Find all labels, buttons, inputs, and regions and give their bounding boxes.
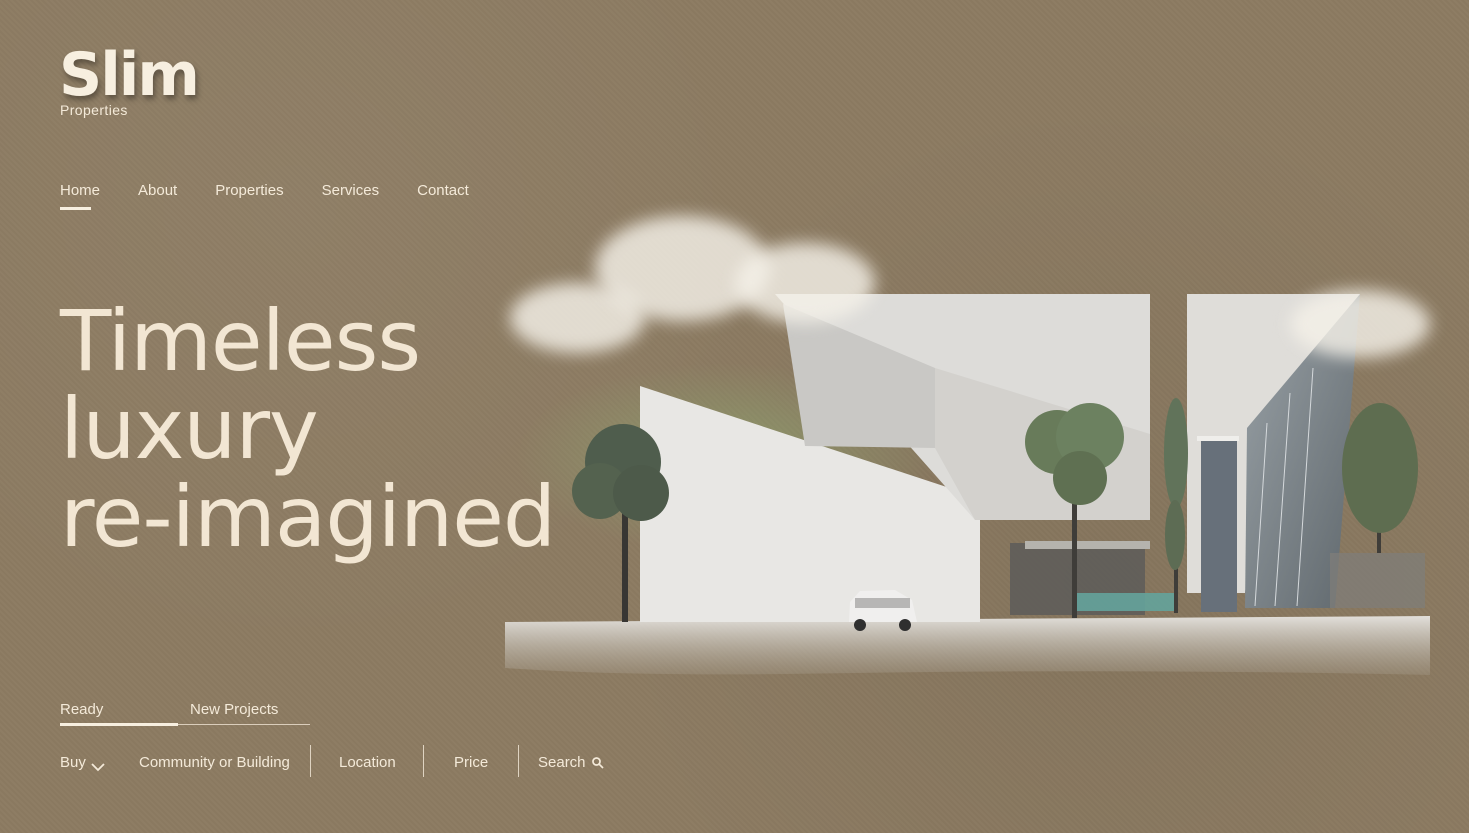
hero-title-line-1: Timeless [60, 292, 421, 390]
search-icon[interactable] [591, 756, 605, 770]
property-search-bar: Buy Community or Building Location Price… [60, 745, 620, 778]
brand-name: Slim [59, 40, 200, 110]
patio-beam [1025, 541, 1150, 549]
listing-filter-tabs: Ready New Projects [60, 701, 310, 727]
active-tab-indicator [60, 723, 178, 726]
chevron-down-icon [91, 763, 105, 772]
nav-contact[interactable]: Contact [417, 182, 469, 199]
price-field[interactable]: Price [454, 754, 488, 771]
hero-title: Timeless luxury re-imagined [60, 297, 620, 561]
ground-plane [505, 616, 1430, 675]
buy-label: Buy [60, 754, 86, 771]
entry-lintel [1197, 436, 1239, 441]
search-label: Search [538, 754, 586, 771]
search-button[interactable]: Search [538, 754, 586, 771]
search-divider-2 [423, 745, 424, 777]
brand-logo[interactable]: Slim Properties [59, 40, 200, 118]
pool [1075, 593, 1175, 611]
community-building-field[interactable]: Community or Building [139, 754, 290, 771]
entry-glass-door [1201, 436, 1237, 612]
nav-about[interactable]: About [138, 182, 177, 199]
nav-home[interactable]: Home [60, 182, 100, 210]
buy-dropdown[interactable]: Buy [60, 754, 105, 772]
side-wall [1330, 553, 1425, 608]
hero-house-illustration [505, 198, 1430, 688]
nav-services[interactable]: Services [322, 182, 380, 199]
location-field[interactable]: Location [339, 754, 396, 771]
hero-title-line-3: re-imagined [60, 468, 556, 566]
hero-title-line-2: luxury [60, 380, 319, 478]
cloud-far-right [1290, 290, 1430, 358]
search-divider-1 [310, 745, 311, 777]
cloud-right [735, 243, 875, 323]
tree-center-right [1164, 398, 1188, 613]
tree-right [1342, 403, 1418, 553]
tab-ready[interactable]: Ready [60, 701, 103, 718]
search-divider-3 [518, 745, 519, 777]
nav-properties[interactable]: Properties [215, 182, 283, 199]
tab-new-projects[interactable]: New Projects [190, 701, 278, 718]
main-nav: Home About Properties Services Contact [60, 182, 469, 210]
brand-subtitle: Properties [60, 102, 128, 118]
